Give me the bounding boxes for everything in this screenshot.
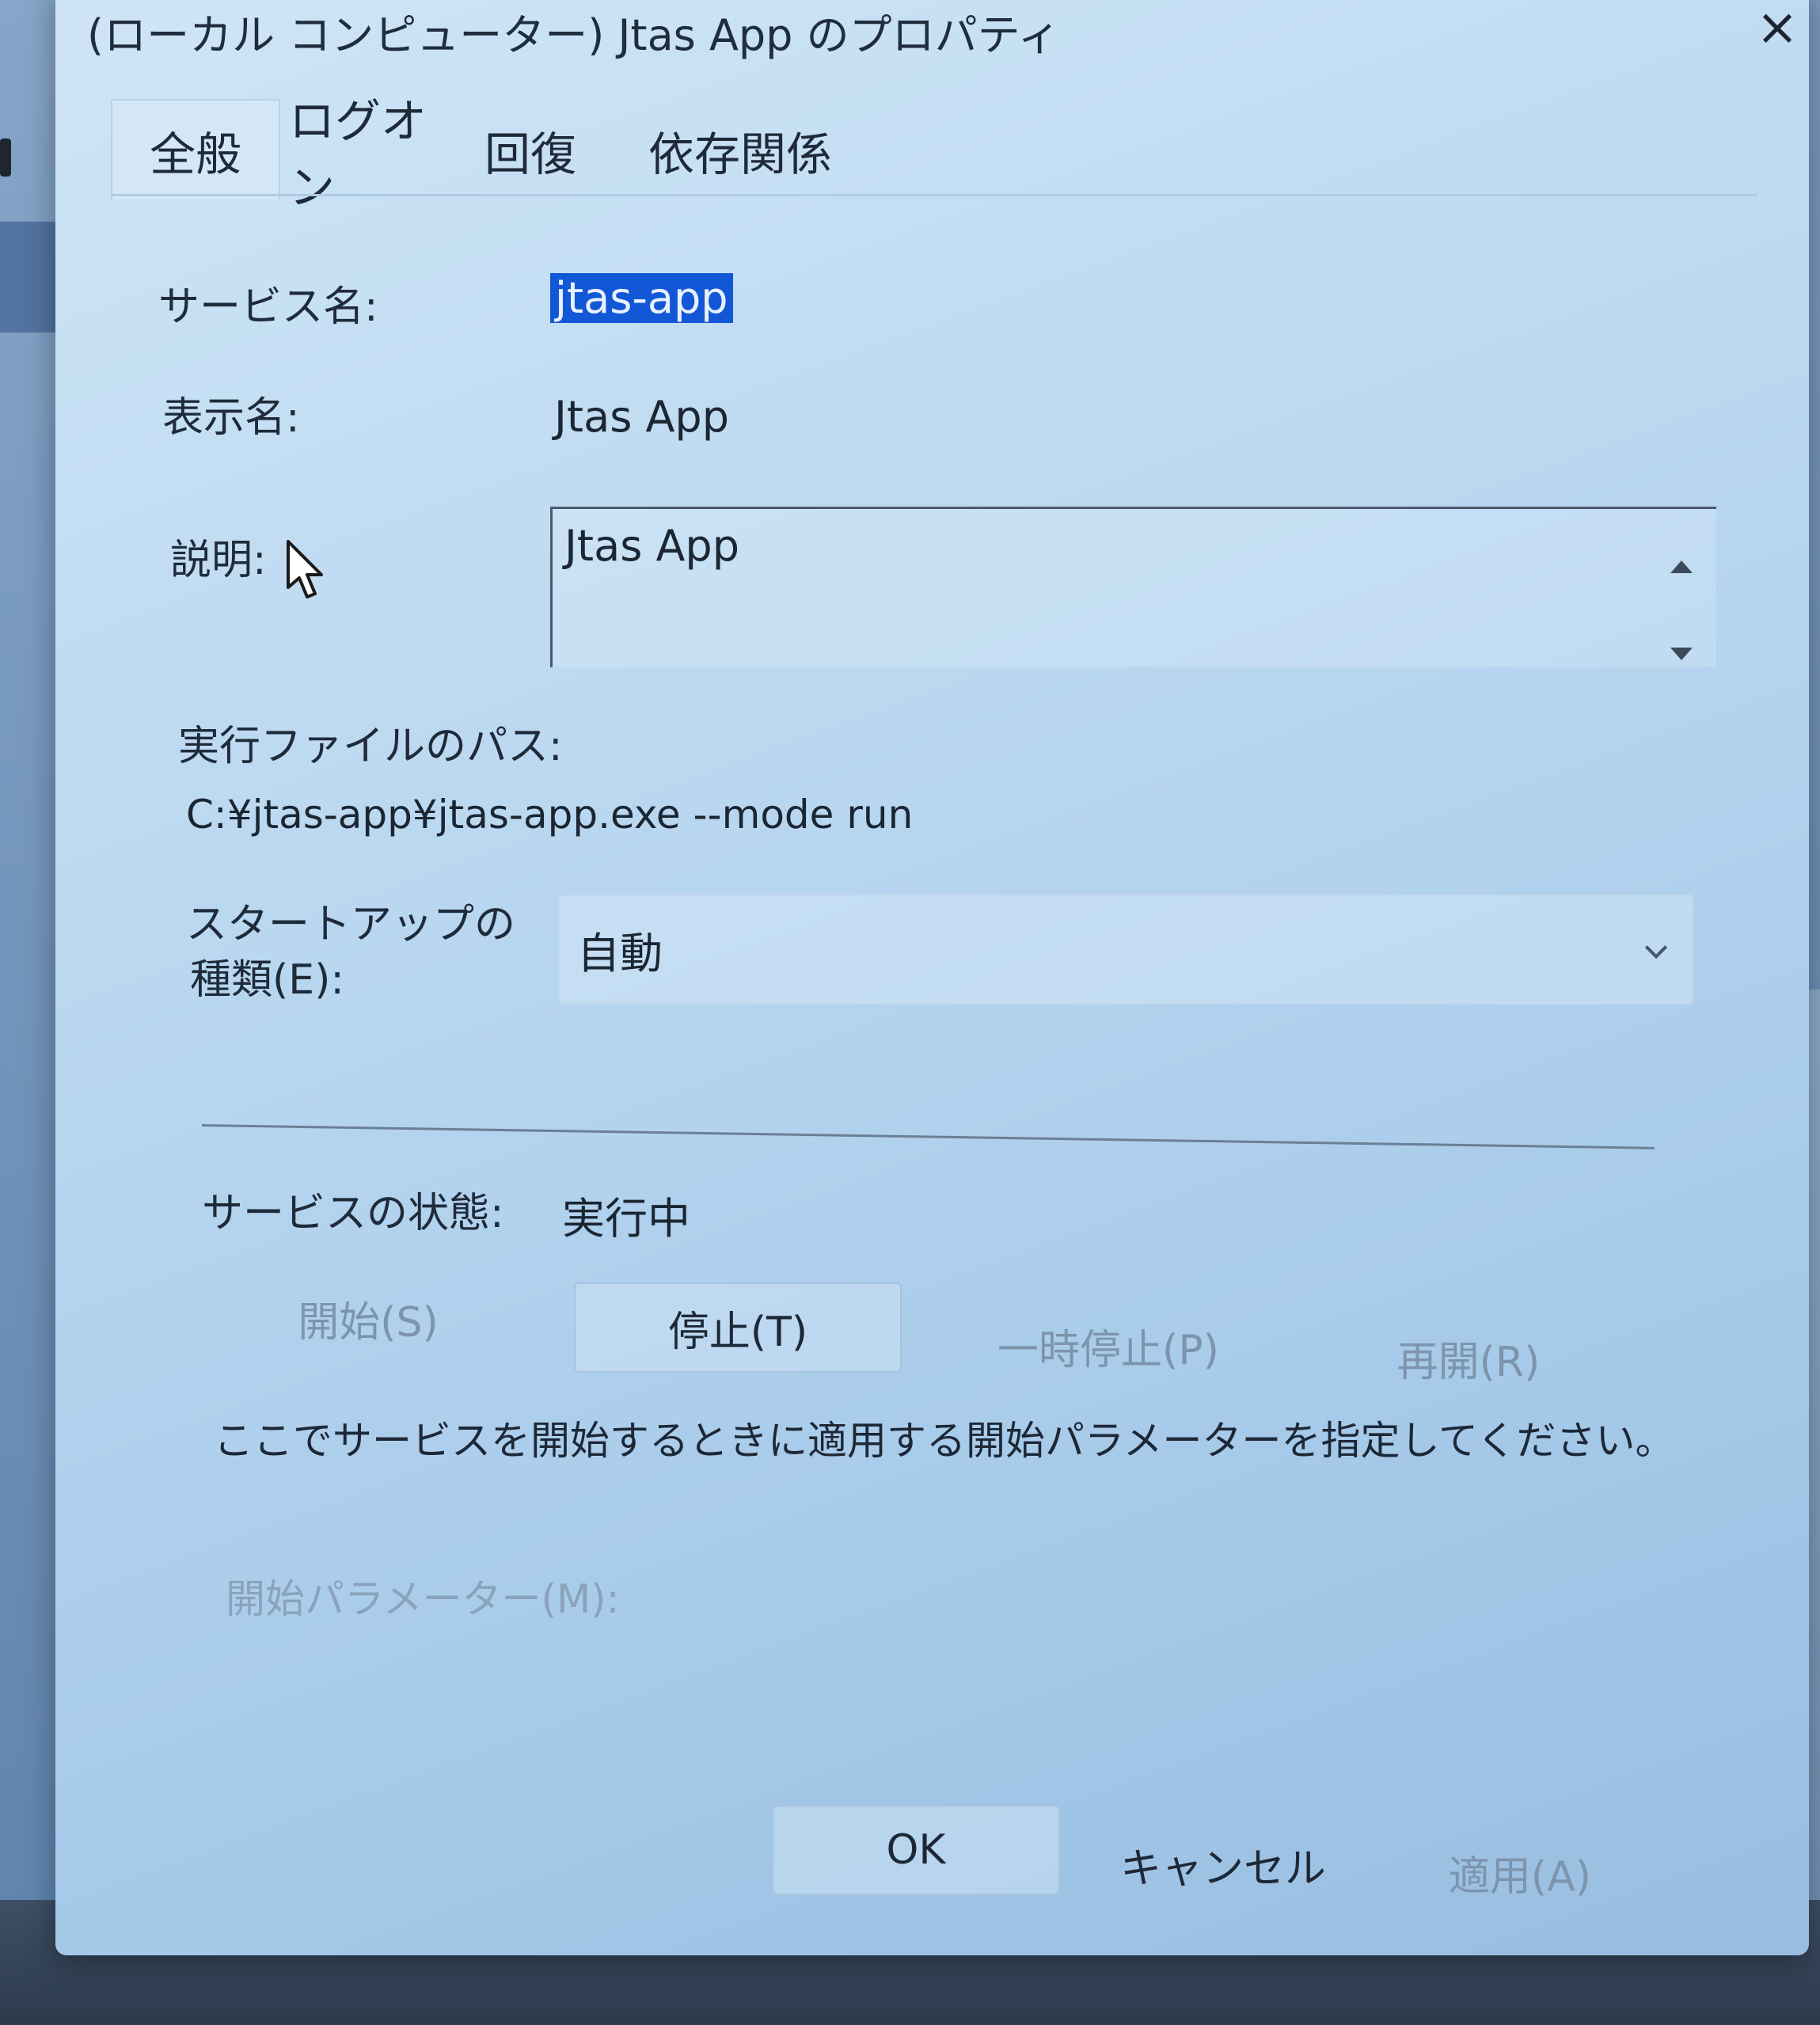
- background-window-edge: [0, 139, 11, 177]
- tab-dependencies[interactable]: 依存関係: [617, 107, 863, 194]
- startup-type-select[interactable]: 自動: [558, 895, 1693, 1005]
- scroll-down-arrow-icon[interactable]: [1670, 648, 1693, 660]
- exe-path-value: C:¥jtas-app¥jtas-app.exe --mode run: [186, 792, 914, 838]
- exe-path-label: 実行ファイルのパス:: [178, 723, 563, 770]
- tab-bar: 全般 ログオン 回復 依存関係: [111, 94, 902, 215]
- start-parameters-hint: ここでサービスを開始するときに適用する開始パラメーターを指定してください。: [214, 1418, 1675, 1464]
- section-separator: [201, 1124, 1655, 1149]
- description-label: 説明:: [170, 537, 267, 584]
- service-name-value[interactable]: jtas-app: [550, 273, 733, 323]
- service-properties-dialog: (ローカル コンピューター) Jtas App のプロパティ × 全般 ログオン…: [55, 0, 1809, 1955]
- startup-type-label-line2: 種類(E):: [190, 956, 344, 1004]
- stop-button[interactable]: 停止(T): [574, 1282, 902, 1373]
- service-status-value: 実行中: [562, 1194, 690, 1244]
- startup-type-value: 自動: [577, 929, 663, 978]
- startup-type-label-line1: スタートアップの: [186, 901, 516, 948]
- description-textarea[interactable]: Jtas App: [550, 507, 1716, 667]
- title-bar: (ローカル コンピューター) Jtas App のプロパティ ×: [87, 0, 1799, 60]
- tab-logon[interactable]: ログオン: [289, 94, 471, 215]
- window-title: (ローカル コンピューター) Jtas App のプロパティ: [87, 10, 1061, 60]
- start-button[interactable]: 開始(S): [249, 1275, 487, 1362]
- close-button[interactable]: ×: [1750, 0, 1805, 55]
- apply-button[interactable]: 適用(A): [1401, 1829, 1639, 1916]
- ok-button[interactable]: OK: [772, 1805, 1060, 1895]
- service-status-label: サービスの状態:: [202, 1190, 504, 1237]
- service-name-selected-text: jtas-app: [550, 273, 733, 323]
- tab-recovery[interactable]: 回復: [475, 107, 586, 194]
- close-icon: ×: [1756, 0, 1799, 57]
- service-name-label: サービス名:: [158, 283, 378, 331]
- cancel-button[interactable]: キャンセル: [1092, 1821, 1354, 1908]
- pause-button[interactable]: 一時停止(P): [950, 1302, 1267, 1389]
- display-name-value[interactable]: Jtas App: [554, 392, 729, 442]
- mouse-cursor-icon: [287, 540, 323, 598]
- display-name-label: 表示名:: [162, 394, 300, 442]
- tab-general[interactable]: 全般: [111, 99, 280, 199]
- description-text: Jtas App: [564, 521, 739, 571]
- chevron-down-icon: [1644, 936, 1668, 959]
- resume-button[interactable]: 再開(R): [1338, 1314, 1599, 1401]
- start-parameters-label: 開始パラメーター(M):: [226, 1576, 620, 1622]
- scroll-up-arrow-icon[interactable]: [1670, 560, 1693, 573]
- tab-divider: [111, 194, 1757, 196]
